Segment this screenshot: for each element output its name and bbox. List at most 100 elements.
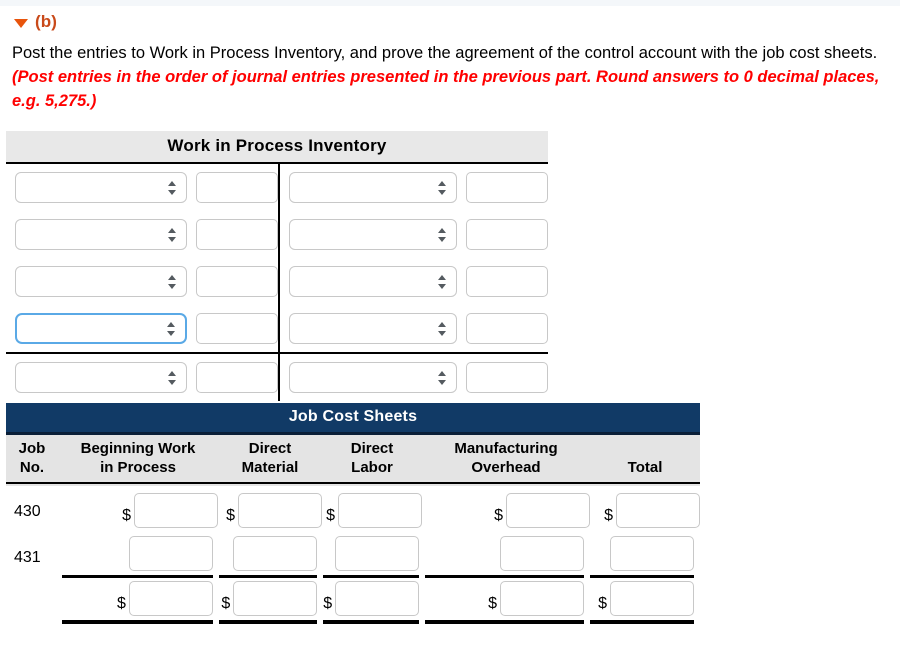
chevron-updown-icon — [437, 180, 447, 196]
wip-right-side — [280, 211, 548, 258]
wip-right-account-select[interactable] — [289, 219, 457, 250]
jcs-column-header-line1: Direct — [248, 440, 292, 457]
jcs-input-dl[interactable] — [335, 536, 420, 571]
jcs-column-header-rule — [422, 479, 590, 484]
page-top-strip — [0, 0, 900, 6]
wip-left-side — [6, 354, 280, 401]
wip-right-amount-input[interactable] — [465, 266, 548, 297]
jcs-input-moh[interactable] — [500, 536, 584, 571]
jcs-input-total[interactable] — [616, 493, 700, 528]
jcs-input-bwip[interactable] — [134, 493, 218, 528]
wip-row — [6, 211, 548, 258]
currency-symbol: $ — [116, 595, 126, 612]
wip-right-side — [280, 305, 548, 352]
jcs-cell-moh: $ — [425, 578, 584, 624]
jcs-cell-moh: $ — [425, 532, 584, 578]
jcs-column-header-line1: Manufacturing — [454, 440, 558, 457]
wip-right-account-select[interactable] — [289, 313, 457, 344]
wip-row — [6, 258, 548, 305]
jcs-cell-dl: $ — [323, 532, 420, 578]
wip-left-side — [6, 211, 280, 258]
jcs-cell-dm: $ — [218, 532, 318, 578]
jcs-cell-dl: $ — [322, 486, 422, 532]
wip-left-amount-input[interactable] — [196, 313, 278, 344]
wip-left-side — [6, 164, 280, 211]
wip-left-account-select[interactable] — [15, 313, 187, 344]
jcs-column-header-bwip: Beginning Work in Process — [58, 439, 218, 486]
wip-right-amount-input[interactable] — [465, 219, 548, 250]
chevron-updown-icon — [437, 370, 447, 386]
chevron-updown-icon — [168, 370, 177, 386]
wip-left-side — [6, 258, 280, 305]
triangle-down-icon[interactable] — [14, 18, 28, 28]
jcs-column-header-rule — [322, 479, 422, 484]
wip-left-account-select[interactable] — [15, 219, 187, 250]
chevron-updown-icon — [437, 274, 447, 290]
jcs-column-header-line2: Material — [241, 459, 299, 476]
currency-symbol: $ — [122, 507, 131, 524]
wip-right-side — [280, 258, 548, 305]
chevron-updown-icon — [437, 321, 447, 337]
wip-right-account-select[interactable] — [289, 266, 457, 297]
currency-symbol: $ — [604, 507, 613, 524]
jcs-input-dl[interactable] — [335, 581, 420, 616]
wip-right-side — [280, 164, 548, 211]
jcs-column-header-rule — [590, 479, 700, 484]
instructions-text: Post the entries to Work in Process Inve… — [12, 41, 888, 113]
wip-left-amount-input[interactable] — [196, 362, 278, 393]
jcs-cell-total: $ — [590, 532, 695, 578]
wip-table-body — [6, 164, 548, 401]
jcs-column-header-moh: Manufacturing Overhead — [422, 439, 590, 486]
jcs-input-moh[interactable] — [500, 581, 584, 616]
jcs-column-header-line1: Beginning Work — [80, 440, 196, 457]
wip-row — [6, 305, 548, 354]
jcs-header-row: Job No. Beginning Work in Process Direct Mate… — [6, 435, 700, 486]
wip-right-amount-input[interactable] — [465, 362, 548, 393]
jcs-column-header-line2: Total — [627, 459, 663, 476]
wip-right-amount-input[interactable] — [465, 172, 548, 203]
wip-right-account-select[interactable] — [289, 362, 457, 393]
currency-symbol: $ — [226, 507, 235, 524]
wip-left-account-select[interactable] — [15, 172, 187, 203]
jcs-cell-total: $ — [590, 578, 695, 624]
wip-row — [6, 164, 548, 211]
jcs-input-total[interactable] — [610, 536, 695, 571]
jcs-table-row: 431$$$$$ — [6, 532, 700, 578]
jcs-table-row: $ $ $ $ $ — [6, 578, 700, 624]
currency-symbol: $ — [221, 595, 231, 612]
part-label: (b) — [35, 12, 58, 31]
wip-right-account-select[interactable] — [289, 172, 457, 203]
jcs-cell-dm: $ — [218, 578, 318, 624]
jcs-column-header-line2: No. — [19, 459, 45, 476]
wip-left-amount-input[interactable] — [196, 172, 278, 203]
jcs-table-title: Job Cost Sheets — [6, 403, 700, 435]
jcs-cell-total: $ — [590, 486, 700, 532]
wip-left-account-select[interactable] — [15, 266, 187, 297]
jcs-input-total[interactable] — [610, 581, 695, 616]
currency-symbol: $ — [326, 507, 335, 524]
wip-left-amount-input[interactable] — [196, 219, 278, 250]
jcs-column-header-line2: Overhead — [471, 459, 541, 476]
jcs-job-number — [6, 578, 56, 624]
wip-right-amount-input[interactable] — [465, 313, 548, 344]
jcs-cell-bwip: $ — [61, 578, 213, 624]
jcs-column-header-line1: Job — [18, 440, 46, 457]
jcs-column-header-line1: Direct — [350, 440, 394, 457]
work-in-process-inventory-table: Work in Process Inventory — [6, 131, 548, 401]
jcs-input-moh[interactable] — [506, 493, 590, 528]
wip-left-account-select[interactable] — [15, 362, 187, 393]
jcs-column-header-dl: Direct Labor — [322, 439, 422, 486]
jcs-input-dl[interactable] — [338, 493, 422, 528]
jcs-column-header-line2: Labor — [351, 459, 393, 476]
jcs-input-bwip[interactable] — [128, 581, 213, 616]
jcs-input-dm[interactable] — [238, 493, 322, 528]
chevron-updown-icon — [167, 321, 176, 337]
wip-left-amount-input[interactable] — [196, 266, 278, 297]
part-header: (b) — [14, 12, 57, 32]
jcs-cell-moh: $ — [422, 486, 590, 532]
currency-symbol: $ — [494, 507, 503, 524]
jcs-input-bwip[interactable] — [128, 536, 213, 571]
jcs-input-dm[interactable] — [233, 536, 318, 571]
jcs-job-number: 430 — [14, 503, 41, 520]
jcs-input-dm[interactable] — [233, 581, 318, 616]
